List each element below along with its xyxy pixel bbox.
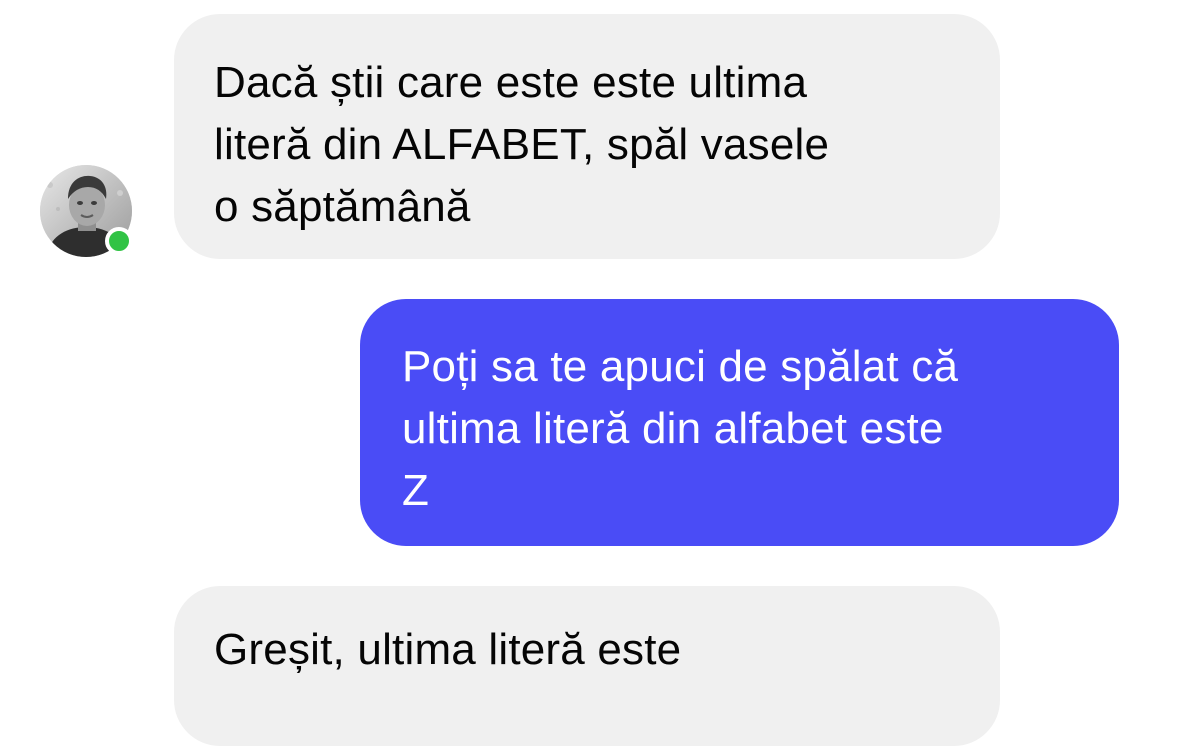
online-status-icon (105, 227, 133, 255)
contact-avatar[interactable] (40, 165, 133, 257)
message-bubble-outgoing[interactable]: Poți sa te apuci de spălat că ultima lit… (360, 299, 1119, 546)
message-bubble-incoming[interactable]: Dacă știi care este este ultima literă d… (174, 14, 1000, 259)
message-bubble-incoming[interactable]: Greșit, ultima literă este (174, 586, 1000, 746)
